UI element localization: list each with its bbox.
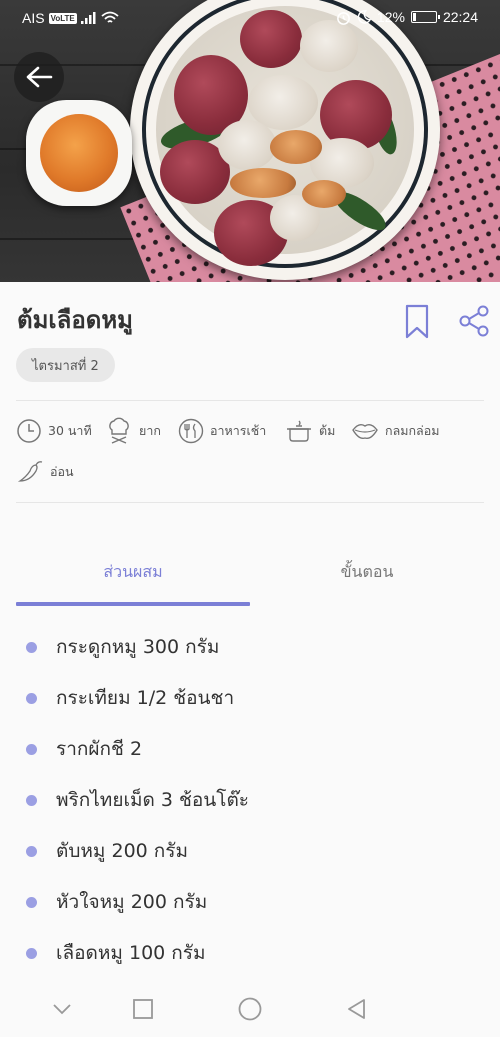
bullet [26, 641, 37, 653]
chili-icon [17, 461, 43, 482]
info-difficulty: ยาก [105, 417, 161, 445]
alarm-icon [337, 11, 350, 25]
bullet [26, 845, 37, 857]
chevron-down-icon [53, 1004, 71, 1015]
circle-icon [238, 997, 262, 1021]
share-icon [459, 305, 489, 337]
battery-percent: 12% [376, 9, 405, 25]
chef-hat-icon [109, 417, 129, 444]
battery-icon [410, 11, 440, 23]
moon-icon [357, 10, 371, 24]
lips-icon [352, 423, 378, 440]
wifi-icon [101, 11, 119, 23]
ingredient-item: เลือดหมู 100 กรัม [26, 938, 206, 968]
ingredient-text: เลือดหมู 100 กรัม [56, 942, 206, 964]
ingredient-item: พริกไทยเม็ด 3 ช้อนโต๊ะ [26, 785, 249, 815]
info-taste: กลมกล่อม [351, 417, 439, 445]
clock-icon [17, 419, 41, 443]
info-spice: อ่อน [16, 458, 74, 486]
ingredient-text: กระเทียม 1/2 ช้อนชา [56, 687, 235, 709]
divider [16, 400, 484, 401]
carrier-label: AIS [22, 10, 45, 26]
sauce-bowl [26, 100, 132, 206]
info-meal-label: อาหารเช้า [210, 423, 267, 438]
tab-indicator [16, 602, 250, 606]
arrow-left-icon [26, 66, 53, 88]
back-button[interactable] [14, 52, 64, 102]
clock-time: 22:24 [442, 9, 478, 25]
tab-ingredients[interactable]: ส่วนผสม [16, 560, 250, 585]
status-right: 12% 22:24 [336, 9, 478, 25]
info-time-label: 30 นาที [48, 423, 92, 438]
square-icon [133, 999, 153, 1019]
ingredient-text: ตับหมู 200 กรัม [56, 840, 189, 862]
bullet [26, 896, 37, 908]
nav-home-button[interactable] [235, 994, 265, 1024]
ingredient-item: ตับหมู 200 กรัม [26, 836, 188, 866]
tab-steps[interactable]: ขั้นตอน [250, 560, 484, 585]
nav-hide-button[interactable] [47, 994, 77, 1024]
utensils-icon [178, 418, 204, 444]
info-method-label: ต้ม [319, 423, 336, 438]
nav-back-button[interactable] [341, 994, 371, 1024]
info-spice-label: อ่อน [50, 464, 74, 479]
divider [16, 502, 484, 503]
recipe-hero-image [0, 0, 500, 282]
bullet [26, 794, 37, 806]
share-button[interactable] [458, 304, 492, 338]
system-nav-bar [0, 984, 500, 1037]
info-difficulty-label: ยาก [139, 423, 161, 438]
signal-icon [80, 12, 96, 24]
ingredient-item: กระเทียม 1/2 ช้อนชา [26, 683, 234, 713]
bullet [26, 692, 37, 704]
ingredient-text: รากผักชี 2 [56, 738, 143, 760]
ingredient-text: หัวใจหมู 200 กรัม [56, 891, 208, 913]
nav-recents-button[interactable] [128, 994, 158, 1024]
ingredient-item: หัวใจหมู 200 กรัม [26, 887, 207, 917]
recipe-title: ต้มเลือดหมู [17, 306, 133, 334]
info-time: 30 นาที [16, 417, 92, 445]
trimester-tag[interactable]: ไตรมาสที่ 2 [16, 348, 115, 382]
ingredient-item: รากผักชี 2 [26, 734, 142, 764]
ingredient-item: กระดูกหมู 300 กรัม [26, 632, 219, 662]
info-method: ต้ม [285, 417, 335, 445]
volte-badge: VoLTE [48, 12, 77, 24]
status-left: AIS VoLTE [22, 10, 119, 26]
bookmark-icon [405, 304, 429, 339]
triangle-back-icon [348, 999, 365, 1019]
pot-icon [287, 420, 311, 442]
bookmark-button[interactable] [402, 304, 432, 340]
status-bar: AIS VoLTE 12% 22:24 [0, 0, 500, 36]
info-taste-label: กลมกล่อม [385, 423, 440, 438]
ingredient-text: กระดูกหมู 300 กรัม [56, 636, 220, 658]
bullet [26, 947, 37, 959]
ingredient-text: พริกไทยเม็ด 3 ช้อนโต๊ะ [56, 789, 250, 811]
bullet [26, 743, 37, 755]
info-meal: อาหารเช้า [178, 417, 266, 445]
